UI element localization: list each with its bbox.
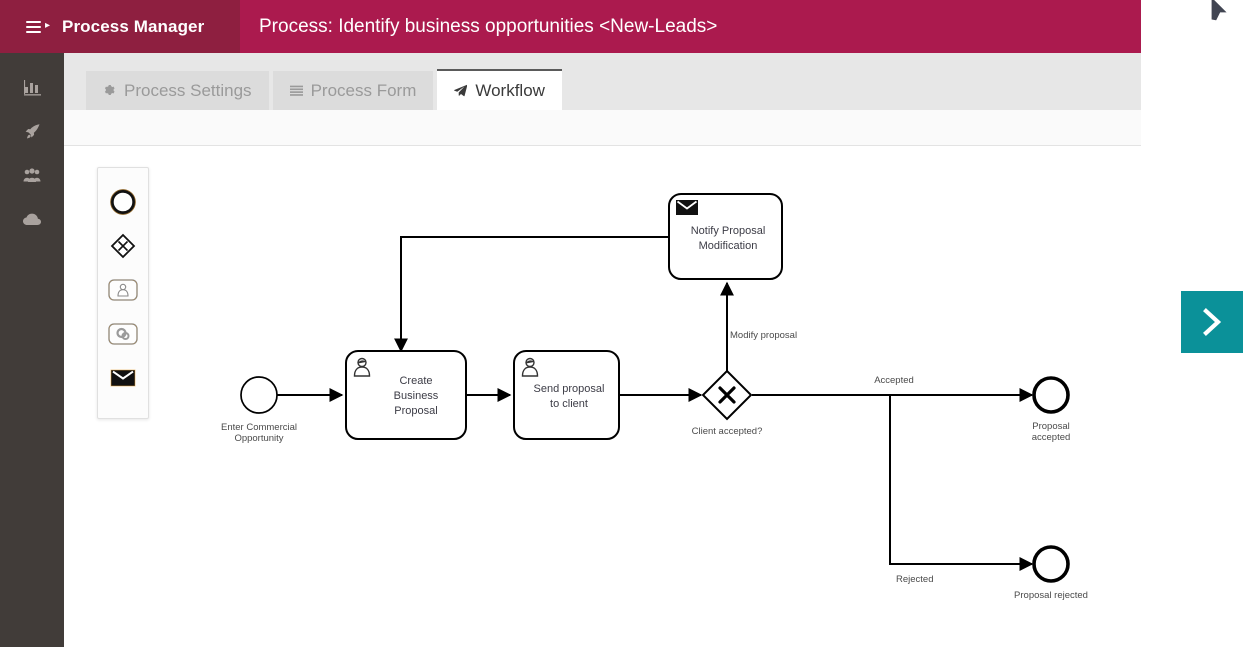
node-task-create-business-proposal[interactable]: Create Business Proposal [345,350,467,440]
node-label-end-rejected: Proposal rejected [1014,590,1088,601]
node-end-event-proposal-rejected[interactable] [1032,545,1070,583]
rocket-icon [24,123,41,140]
user-task-icon [108,278,138,307]
workflow-canvas[interactable]: Modify proposal Accepted Rejected Enter … [64,146,1141,647]
left-nav-rail [0,53,64,647]
chart-bar-icon [23,79,41,96]
paper-plane-icon [454,84,468,97]
flow-label-rejected: Rejected [896,574,934,585]
tab-label: Process Form [310,80,417,100]
start-event-circle-icon [109,188,137,221]
bpmn-element-palette [97,167,149,419]
users-group-icon [23,167,41,183]
node-label-end-accepted-line2: accepted [1032,432,1071,443]
sidebar-item-dashboard[interactable] [0,65,64,109]
tab-label: Process Settings [124,80,252,100]
sidebar-item-teams[interactable] [0,153,64,197]
bpmn-diagram: Modify proposal Accepted Rejected Enter … [221,193,1088,601]
flow-label-modify-proposal: Modify proposal [730,330,797,341]
palette-item-message-task[interactable] [103,358,143,402]
node-label-start-event: Enter Commercial [221,422,297,433]
mouse-cursor-icon [1209,0,1235,29]
tab-list: Process Settings Process Form Workflow [86,69,566,110]
service-task-icon [108,322,138,351]
tab-strip: Process Settings Process Form Workflow [64,53,1141,110]
header-brand-area: ▸ Process Manager [0,0,240,53]
palette-item-user-task[interactable] [103,270,143,314]
node-label-create-line2: Business [394,390,439,402]
app-root: ▸ Process Manager Process: Identify busi… [0,0,1243,647]
page-title: Process: Identify business opportunities… [259,15,718,37]
tab-label: Workflow [475,80,545,100]
workflow-toolbar-band [64,110,1141,146]
palette-item-gateway[interactable] [103,226,143,270]
next-step-button[interactable] [1181,291,1243,353]
node-label-end-accepted-line1: Proposal [1032,421,1070,432]
tab-workflow[interactable]: Workflow [437,69,562,110]
flow-gateway-to-rejected [889,395,1034,571]
tab-process-settings[interactable]: Process Settings [86,71,269,110]
tab-process-form[interactable]: Process Form [272,71,434,110]
node-label-send-line2: to client [550,398,588,410]
node-label-notify-line1: Notify Proposal [691,225,766,237]
node-label-start-event-line2: Opportunity [234,433,283,444]
flow-notify-to-create [394,236,669,353]
chevron-right-icon [1199,307,1225,337]
message-event-envelope-icon [108,367,138,394]
node-label-notify-line2: Modification [699,240,758,252]
gear-icon [103,84,116,97]
chevron-right-small-icon: ▸ [45,19,51,31]
sidebar-item-processes[interactable] [0,109,64,153]
node-label-create-line1: Create [399,375,432,387]
sidebar-item-cloud[interactable] [0,197,64,241]
hamburger-icon[interactable]: ▸ [26,18,50,36]
cloud-icon [22,213,42,226]
palette-item-start-event[interactable] [103,182,143,226]
node-task-notify-proposal-modification[interactable]: Notify Proposal Modification [668,193,783,280]
node-start-event[interactable] [240,376,278,414]
message-event-envelope-icon [676,200,698,215]
node-end-event-proposal-accepted[interactable] [1032,376,1070,414]
top-header-bar: ▸ Process Manager Process: Identify busi… [0,0,1141,53]
list-icon [289,84,303,97]
app-brand-title: Process Manager [62,16,205,36]
node-label-send-line1: Send proposal [534,383,605,395]
node-label-gateway: Client accepted? [692,426,763,437]
palette-item-service-task[interactable] [103,314,143,358]
flow-label-accepted: Accepted [874,375,914,386]
node-task-send-proposal[interactable]: Send proposal to client [513,350,620,440]
hamburger-bars [26,18,41,36]
node-gateway-client-accepted[interactable] [701,369,753,421]
node-label-create-line3: Proposal [394,405,437,417]
exclusive-gateway-diamond-icon [109,232,137,265]
